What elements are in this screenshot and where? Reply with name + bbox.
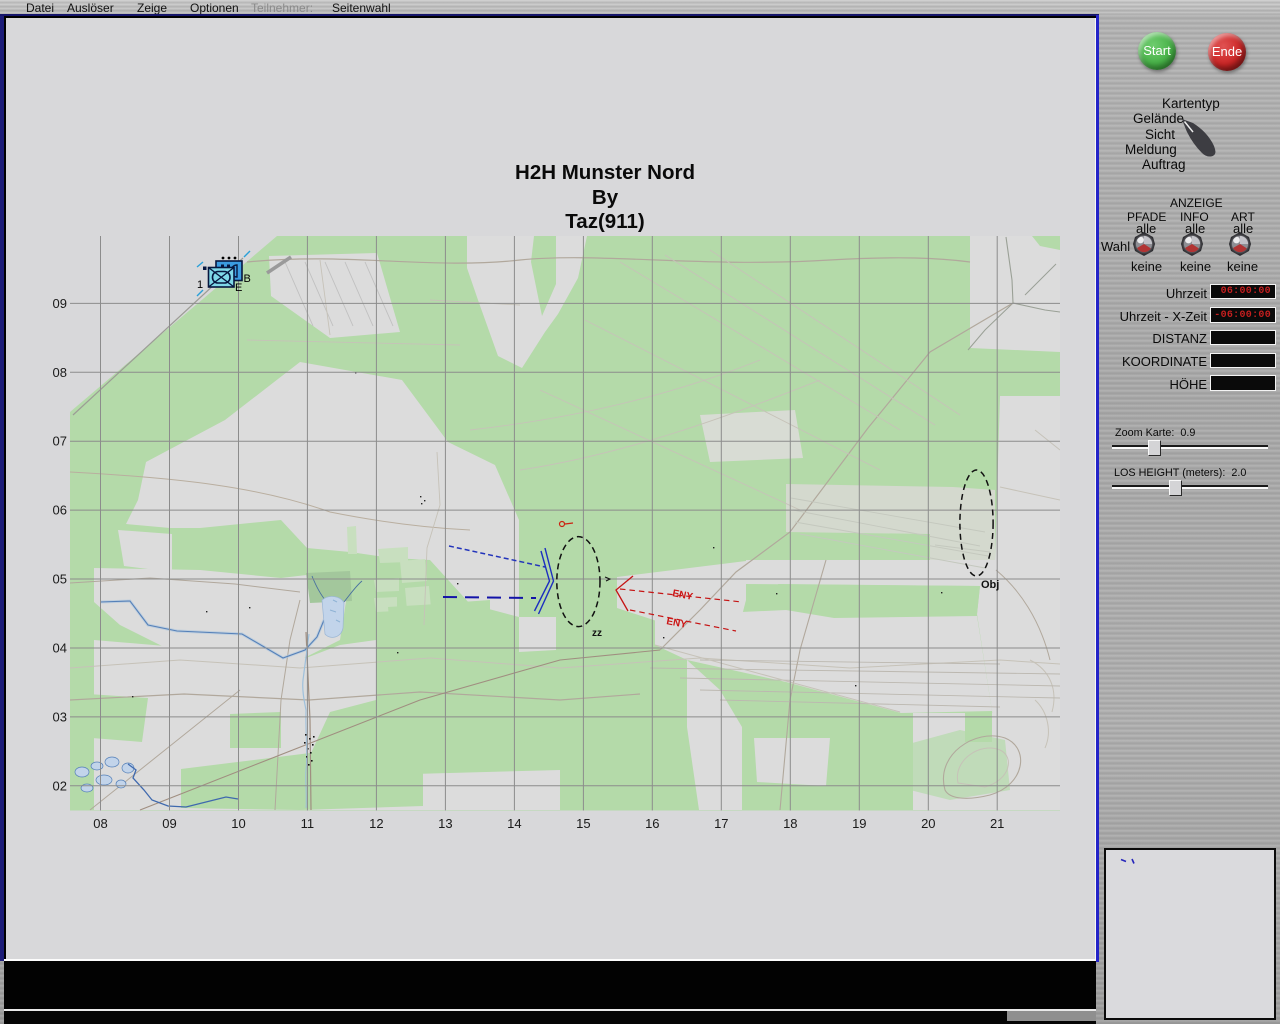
svg-text:09: 09 bbox=[53, 296, 67, 311]
svg-text:10: 10 bbox=[231, 816, 245, 831]
svg-text:18: 18 bbox=[783, 816, 797, 831]
svg-text:09: 09 bbox=[162, 816, 176, 831]
svg-text:03: 03 bbox=[53, 709, 67, 724]
svg-text:1: 1 bbox=[197, 279, 203, 291]
svg-text:04: 04 bbox=[53, 641, 67, 656]
svg-text:17: 17 bbox=[714, 816, 728, 831]
svg-text:08: 08 bbox=[53, 365, 67, 380]
svg-text:11: 11 bbox=[301, 816, 315, 831]
svg-text:20: 20 bbox=[921, 816, 935, 831]
svg-text:07: 07 bbox=[53, 434, 67, 449]
svg-text:06: 06 bbox=[53, 503, 67, 518]
svg-text:13: 13 bbox=[438, 816, 452, 831]
svg-text:05: 05 bbox=[53, 572, 67, 587]
svg-text:02: 02 bbox=[53, 778, 67, 793]
svg-text:21: 21 bbox=[990, 816, 1004, 831]
svg-text:Obj: Obj bbox=[981, 579, 999, 591]
svg-text:08: 08 bbox=[93, 816, 107, 831]
svg-text:16: 16 bbox=[645, 816, 659, 831]
svg-text:14: 14 bbox=[507, 816, 521, 831]
svg-text:zz: zz bbox=[592, 628, 602, 639]
svg-text:15: 15 bbox=[576, 816, 590, 831]
svg-text:E: E bbox=[235, 282, 242, 294]
svg-text:12: 12 bbox=[369, 816, 383, 831]
svg-text:19: 19 bbox=[852, 816, 866, 831]
svg-text:B: B bbox=[244, 273, 251, 285]
